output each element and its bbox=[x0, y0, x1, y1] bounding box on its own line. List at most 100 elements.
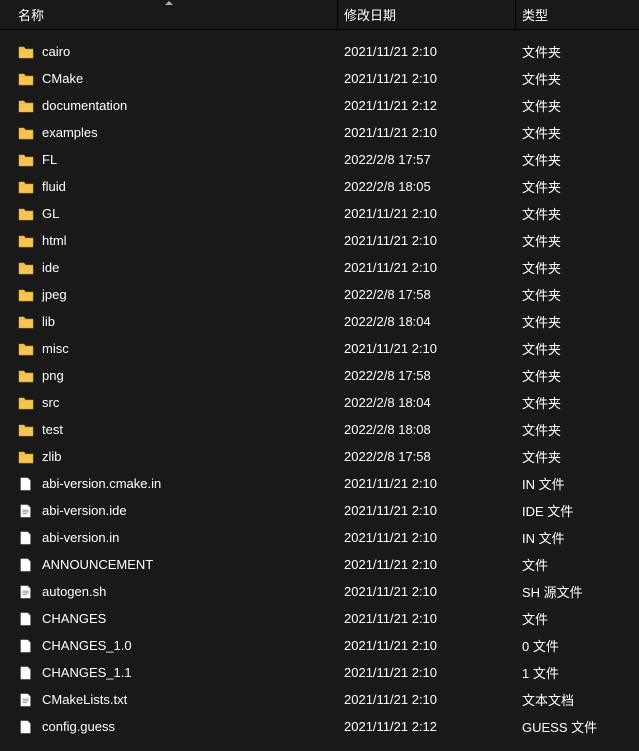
file-row[interactable]: src 2022/2/8 18:04文件夹 bbox=[0, 389, 639, 416]
file-name-label: autogen.sh bbox=[42, 584, 106, 599]
file-date-cell: 2021/11/21 2:10 bbox=[338, 638, 516, 653]
column-header-type-label: 类型 bbox=[522, 5, 548, 24]
file-row[interactable]: fluid2022/2/8 18:05文件夹 bbox=[0, 173, 639, 200]
file-row[interactable]: misc2021/11/21 2:10文件夹 bbox=[0, 335, 639, 362]
file-type-cell: 文件 bbox=[516, 555, 639, 574]
file-type-cell: 文件夹 bbox=[516, 258, 639, 277]
file-name-cell: test bbox=[0, 422, 338, 438]
file-row[interactable]: cairo2021/11/21 2:10文件夹 bbox=[0, 38, 639, 65]
file-row[interactable]: autogen.sh2021/11/21 2:10SH 源文件 bbox=[0, 578, 639, 605]
file-name-label: test bbox=[42, 422, 63, 437]
file-name-cell: src bbox=[0, 395, 338, 411]
file-name-cell: fluid bbox=[0, 179, 338, 195]
folder-icon bbox=[18, 260, 34, 276]
file-type-cell: 文件夹 bbox=[516, 150, 639, 169]
file-type-cell: 1 文件 bbox=[516, 663, 639, 682]
file-name-cell: documentation bbox=[0, 98, 338, 114]
file-name-cell: CMake bbox=[0, 71, 338, 87]
column-header-date-label: 修改日期 bbox=[344, 5, 396, 24]
file-name-cell: CHANGES_1.0 bbox=[0, 638, 338, 654]
file-date-cell: 2021/11/21 2:10 bbox=[338, 665, 516, 680]
file-date-cell: 2021/11/21 2:12 bbox=[338, 98, 516, 113]
folder-icon bbox=[18, 179, 34, 195]
file-row[interactable]: test2022/2/8 18:08文件夹 bbox=[0, 416, 639, 443]
folder-icon bbox=[18, 233, 34, 249]
file-date-cell: 2022/2/8 17:58 bbox=[338, 449, 516, 464]
file-list: cairo2021/11/21 2:10文件夹CMake2021/11/21 2… bbox=[0, 30, 639, 740]
file-row[interactable]: CHANGES_1.02021/11/21 2:100 文件 bbox=[0, 632, 639, 659]
file-type-cell: 文件 bbox=[516, 609, 639, 628]
column-header-type[interactable]: 类型 bbox=[516, 0, 639, 29]
file-name-cell: html bbox=[0, 233, 338, 249]
file-type-cell: 文件夹 bbox=[516, 312, 639, 331]
folder-icon bbox=[18, 98, 34, 114]
file-row[interactable]: CMakeLists.txt2021/11/21 2:10文本文档 bbox=[0, 686, 639, 713]
file-name-cell: lib bbox=[0, 314, 338, 330]
file-row[interactable]: lib 2022/2/8 18:04文件夹 bbox=[0, 308, 639, 335]
file-row[interactable]: html2021/11/21 2:10文件夹 bbox=[0, 227, 639, 254]
file-row[interactable]: documentation 2021/11/21 2:12文件夹 bbox=[0, 92, 639, 119]
file-icon bbox=[18, 476, 34, 492]
file-row[interactable]: abi-version.cmake.in2021/11/21 2:10IN 文件 bbox=[0, 470, 639, 497]
file-date-cell: 2021/11/21 2:10 bbox=[338, 125, 516, 140]
file-icon bbox=[18, 719, 34, 735]
file-name-label: documentation bbox=[42, 98, 127, 113]
file-date-cell: 2021/11/21 2:10 bbox=[338, 341, 516, 356]
file-row[interactable]: zlib2022/2/8 17:58文件夹 bbox=[0, 443, 639, 470]
file-row[interactable]: config.guess2021/11/21 2:12GUESS 文件 bbox=[0, 713, 639, 740]
file-type-cell: 文件夹 bbox=[516, 366, 639, 385]
file-name-cell: ide bbox=[0, 260, 338, 276]
file-name-label: abi-version.ide bbox=[42, 503, 127, 518]
file-date-cell: 2022/2/8 17:58 bbox=[338, 287, 516, 302]
file-row[interactable]: abi-version.ide2021/11/21 2:10IDE 文件 bbox=[0, 497, 639, 524]
file-type-cell: 文件夹 bbox=[516, 123, 639, 142]
file-name-label: lib bbox=[42, 314, 55, 329]
file-name-cell: abi-version.in bbox=[0, 530, 338, 546]
file-type-cell: 文件夹 bbox=[516, 393, 639, 412]
folder-icon bbox=[18, 287, 34, 303]
file-type-cell: 文件夹 bbox=[516, 447, 639, 466]
folder-icon bbox=[18, 395, 34, 411]
file-type-cell: 文本文档 bbox=[516, 690, 639, 709]
file-name-cell: autogen.sh bbox=[0, 584, 338, 600]
file-row[interactable]: CMake2021/11/21 2:10文件夹 bbox=[0, 65, 639, 92]
file-date-cell: 2022/2/8 17:58 bbox=[338, 368, 516, 383]
file-row[interactable]: FL2022/2/8 17:57文件夹 bbox=[0, 146, 639, 173]
file-name-label: src bbox=[42, 395, 59, 410]
file-date-cell: 2021/11/21 2:10 bbox=[338, 476, 516, 491]
file-icon bbox=[18, 638, 34, 654]
folder-icon bbox=[18, 341, 34, 357]
file-row[interactable]: jpeg2022/2/8 17:58文件夹 bbox=[0, 281, 639, 308]
file-date-cell: 2021/11/21 2:10 bbox=[338, 260, 516, 275]
file-name-label: CHANGES_1.0 bbox=[42, 638, 132, 653]
folder-icon bbox=[18, 368, 34, 384]
file-name-cell: png bbox=[0, 368, 338, 384]
file-name-cell: CHANGES bbox=[0, 611, 338, 627]
file-name-label: html bbox=[42, 233, 67, 248]
file-name-label: cairo bbox=[42, 44, 70, 59]
folder-icon bbox=[18, 71, 34, 87]
file-icon bbox=[18, 665, 34, 681]
folder-icon bbox=[18, 206, 34, 222]
column-header-date[interactable]: 修改日期 bbox=[338, 0, 516, 29]
file-row[interactable]: GL2021/11/21 2:10文件夹 bbox=[0, 200, 639, 227]
file-type-cell: 文件夹 bbox=[516, 96, 639, 115]
file-type-cell: 文件夹 bbox=[516, 69, 639, 88]
file-row[interactable]: ide2021/11/21 2:10文件夹 bbox=[0, 254, 639, 281]
file-row[interactable]: ANNOUNCEMENT2021/11/21 2:10文件 bbox=[0, 551, 639, 578]
file-row[interactable]: examples 2021/11/21 2:10文件夹 bbox=[0, 119, 639, 146]
file-name-cell: misc bbox=[0, 341, 338, 357]
file-name-label: examples bbox=[42, 125, 98, 140]
column-header-name[interactable]: 名称 bbox=[0, 0, 338, 29]
column-header-row: 名称 修改日期 类型 bbox=[0, 0, 639, 30]
file-type-cell: IDE 文件 bbox=[516, 501, 639, 520]
file-row[interactable]: CHANGES_1.12021/11/21 2:101 文件 bbox=[0, 659, 639, 686]
file-name-cell: cairo bbox=[0, 44, 338, 60]
file-name-cell: jpeg bbox=[0, 287, 338, 303]
file-row[interactable]: abi-version.in2021/11/21 2:10IN 文件 bbox=[0, 524, 639, 551]
file-row[interactable]: CHANGES2021/11/21 2:10文件 bbox=[0, 605, 639, 632]
file-type-cell: 文件夹 bbox=[516, 420, 639, 439]
file-date-cell: 2022/2/8 18:04 bbox=[338, 314, 516, 329]
file-date-cell: 2022/2/8 18:04 bbox=[338, 395, 516, 410]
file-row[interactable]: png2022/2/8 17:58文件夹 bbox=[0, 362, 639, 389]
